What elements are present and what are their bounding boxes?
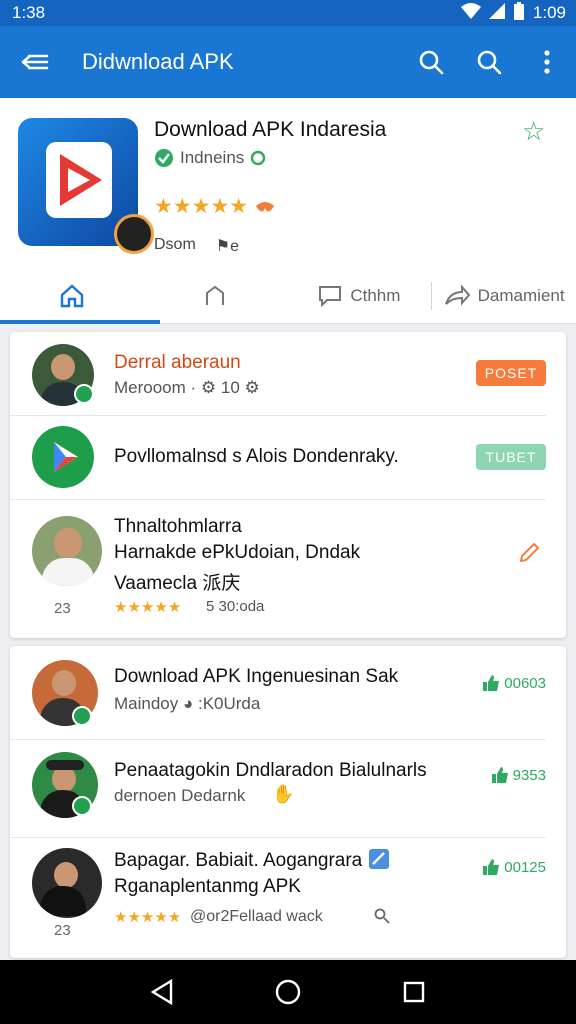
item-subtitle: 5 30:oda bbox=[206, 598, 265, 615]
online-badge-icon bbox=[74, 384, 94, 404]
signal-icon bbox=[488, 2, 505, 24]
item-title: Penaatagokin Dndlaradon Bialulnarls bbox=[114, 760, 427, 781]
list-item[interactable]: Derral aberaun Merooom · ⚙ 10 ⚙ POSET bbox=[10, 332, 546, 416]
edit-icon[interactable] bbox=[518, 540, 542, 564]
back-arrow-icon bbox=[21, 54, 49, 70]
wifi-icon bbox=[460, 2, 481, 24]
list-item[interactable]: Penaatagokin Dndlaradon Bialulnarls dern… bbox=[10, 740, 546, 838]
refresh-icon bbox=[251, 150, 266, 166]
list-section-2: Download APK Ingenuesinan Sak Maindoy ◕ … bbox=[10, 646, 566, 958]
avatar bbox=[32, 516, 102, 586]
search-icon[interactable] bbox=[374, 908, 390, 924]
tab-share[interactable] bbox=[144, 268, 288, 324]
thumbs-up-icon bbox=[491, 767, 508, 783]
app-bar: Didwnload APK bbox=[0, 26, 576, 98]
item-subtitle: dernoen Dedarnk bbox=[114, 786, 246, 805]
tab-comments-label: Cthhm bbox=[350, 286, 401, 305]
item-subtitle: Maindoy ◕ :K0Urda bbox=[114, 694, 261, 713]
wave-hand-icon: ✋ bbox=[272, 784, 295, 804]
fire-icon bbox=[256, 201, 275, 212]
item-title-line3: Vaamecla 派庆 bbox=[114, 573, 241, 594]
search-icon bbox=[419, 50, 444, 75]
rating-stars: ★★★★★ bbox=[154, 194, 276, 219]
verified-square-icon bbox=[369, 849, 389, 869]
tab-share-forward[interactable]: Damamient bbox=[432, 268, 576, 324]
item-number: 23 bbox=[54, 600, 71, 617]
nav-home-icon[interactable] bbox=[274, 978, 302, 1006]
more-vert-icon bbox=[544, 50, 550, 74]
tab-home[interactable] bbox=[0, 268, 144, 324]
share-icon bbox=[205, 285, 224, 305]
app-icon bbox=[18, 118, 154, 254]
favorite-star-icon[interactable]: ☆ bbox=[522, 116, 545, 147]
app-bar-title: Didwnload APK bbox=[82, 49, 234, 74]
battery-icon bbox=[513, 1, 525, 25]
item-subtitle: Merooom · ⚙ 10 ⚙ bbox=[114, 378, 260, 397]
thumbs-up-icon bbox=[483, 859, 500, 875]
search-button[interactable] bbox=[402, 26, 460, 98]
item-title-line1: Thnaltohmlarra bbox=[114, 516, 242, 537]
tab-indicator bbox=[0, 320, 160, 324]
home-icon bbox=[60, 284, 84, 308]
item-stars: ★★★★★ bbox=[114, 909, 182, 926]
online-badge-icon bbox=[72, 796, 92, 816]
developer-row[interactable]: Indneins bbox=[154, 148, 266, 168]
like-count-value: 00603 bbox=[504, 674, 546, 692]
list-item[interactable]: Bapagar. Babiait. Aogangrara Rganaplenta… bbox=[10, 838, 546, 958]
nav-recents-icon[interactable] bbox=[402, 980, 426, 1004]
star-icon: ★★★★★ bbox=[154, 195, 249, 218]
like-count-value: 9353 bbox=[512, 766, 546, 784]
list-section-1: Derral aberaun Merooom · ⚙ 10 ⚙ POSET Po… bbox=[10, 332, 566, 638]
item-number: 23 bbox=[54, 922, 71, 939]
online-badge-icon bbox=[72, 706, 92, 726]
list-item[interactable]: Download APK Ingenuesinan Sak Maindoy ◕ … bbox=[10, 646, 546, 740]
item-title: Download APK Ingenuesinan Sak bbox=[114, 666, 399, 687]
item-title: Povllomalnsd s Alois Dondenraky. bbox=[114, 446, 399, 467]
app-badge-icon bbox=[114, 214, 154, 254]
back-button[interactable] bbox=[0, 26, 70, 98]
nav-back-icon[interactable] bbox=[150, 979, 174, 1005]
status-badge[interactable]: TUBET bbox=[476, 444, 546, 470]
like-count[interactable]: 00603 bbox=[482, 674, 546, 692]
tab-comments[interactable]: Cthhm bbox=[288, 268, 432, 324]
item-subtitle: @or2Fellaad wack bbox=[190, 908, 323, 925]
item-title-line2: Harnakde ePkUdoian, Dndak bbox=[114, 542, 361, 563]
item-title: Derral aberaun bbox=[114, 352, 241, 373]
status-bar: 1:38 1:09 bbox=[0, 0, 576, 26]
item-title-line2: Rganaplentanmg APK bbox=[114, 876, 301, 897]
avatar bbox=[32, 848, 102, 918]
status-time-left: 1:38 bbox=[12, 3, 46, 22]
item-title-line1: Bapagar. Babiait. Aogangrara bbox=[114, 850, 363, 871]
like-count[interactable]: 9353 bbox=[491, 766, 546, 784]
play-icon bbox=[54, 442, 78, 472]
meta-left: Dsom bbox=[154, 236, 196, 253]
tab-bar: Cthhm Damamient bbox=[0, 268, 576, 324]
search-icon bbox=[477, 50, 502, 75]
meta-right: ⚑e bbox=[215, 238, 240, 255]
item-stars: ★★★★★ bbox=[114, 599, 182, 616]
tab-forward-label: Damamient bbox=[477, 286, 565, 305]
comment-icon bbox=[319, 286, 342, 307]
status-time-right: 1:09 bbox=[532, 3, 566, 22]
system-nav-bar bbox=[0, 960, 576, 1024]
play-store-avatar bbox=[32, 426, 94, 488]
verified-icon bbox=[155, 149, 173, 167]
list-item[interactable]: Povllomalnsd s Alois Dondenraky. TUBET bbox=[10, 416, 546, 500]
like-count-value: 00125 bbox=[504, 858, 546, 876]
developer-name: Indneins bbox=[180, 148, 245, 167]
more-options-button[interactable] bbox=[518, 26, 576, 98]
list-item[interactable]: Thnaltohmlarra Harnakde ePkUdoian, Dndak… bbox=[10, 500, 546, 638]
forward-icon bbox=[444, 284, 470, 306]
like-count[interactable]: 00125 bbox=[482, 858, 546, 876]
app-meta: Dsom ⚑e bbox=[154, 236, 239, 256]
thumbs-up-icon bbox=[483, 675, 500, 691]
search-button-2[interactable] bbox=[460, 26, 518, 98]
app-title: Download APK Indaresia bbox=[154, 118, 387, 141]
status-badge[interactable]: POSET bbox=[476, 360, 546, 386]
